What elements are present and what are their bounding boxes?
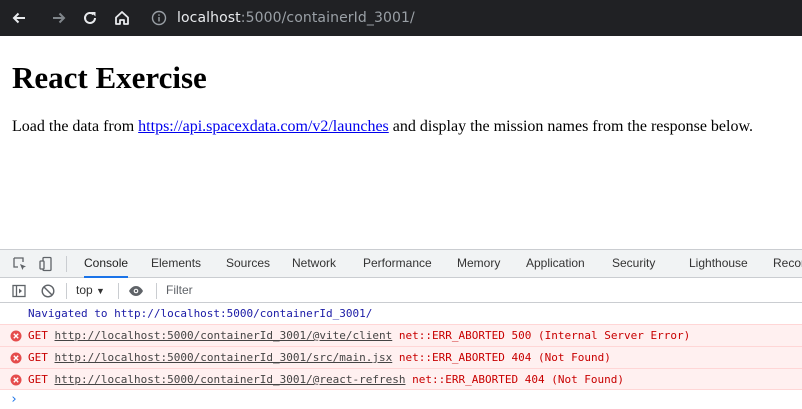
text-after-link: and display the mission names from the r… (388, 118, 753, 135)
console-error-row: GET http://localhost:5000/containerId_30… (0, 346, 802, 368)
address-bar[interactable]: localhost:5000/containerId_3001/ (143, 4, 802, 32)
toolbar-separator (118, 283, 119, 299)
url-host: localhost (177, 10, 241, 26)
error-status: net::ERR_ABORTED 500 (Internal Server Er… (398, 329, 691, 342)
context-selector[interactable]: top ▼ (76, 283, 105, 297)
error-url[interactable]: http://localhost:5000/containerId_3001/@… (55, 373, 406, 386)
filter-input[interactable]: Filter (166, 283, 193, 297)
console-error-row: GET http://localhost:5000/containerId_30… (0, 324, 802, 346)
tab-elements[interactable]: Elements (151, 250, 201, 278)
url-path: :5000/containerId_3001/ (240, 10, 415, 26)
page-content: React Exercise Load the data from https:… (0, 36, 802, 249)
address-url[interactable]: localhost:5000/containerId_3001/ (177, 10, 415, 26)
navigated-prefix: Navigated to (28, 307, 115, 320)
home-icon (115, 11, 129, 25)
chevron-down-icon: ▼ (96, 286, 105, 296)
error-url[interactable]: http://localhost:5000/containerId_3001/@… (55, 329, 393, 342)
device-toolbar-icon[interactable] (38, 256, 54, 272)
navigated-url[interactable]: http://localhost:5000/containerId_3001/ (114, 307, 372, 320)
home-button[interactable] (109, 6, 135, 30)
error-method: GET (28, 373, 48, 386)
error-method: GET (28, 329, 48, 342)
arrow-left-icon (12, 12, 25, 24)
console-toolbar: top ▼ Filter (0, 279, 802, 303)
text-before-link: Load the data from (12, 118, 139, 135)
back-button[interactable] (6, 6, 32, 30)
tab-recorder[interactable]: Recorder (773, 250, 802, 278)
error-url[interactable]: http://localhost:5000/containerId_3001/s… (55, 351, 393, 364)
arrow-right-icon (53, 12, 66, 24)
error-status: net::ERR_ABORTED 404 (Not Found) (412, 373, 625, 386)
tab-separator (66, 256, 67, 272)
console-error-row: GET http://localhost:5000/containerId_30… (0, 368, 802, 390)
error-icon (10, 374, 22, 386)
tab-application[interactable]: Application (526, 250, 585, 278)
page-instructions: Load the data from https://api.spacexdat… (12, 118, 753, 136)
tab-console[interactable]: Console (84, 250, 129, 278)
tab-performance[interactable]: Performance (363, 250, 432, 278)
error-status: net::ERR_ABORTED 404 (Not Found) (398, 351, 611, 364)
toolbar-separator (156, 283, 157, 299)
info-icon[interactable] (151, 10, 167, 26)
api-link[interactable]: https://api.spacexdata.com/v2/launches (138, 118, 389, 135)
clear-console-icon[interactable] (40, 283, 56, 299)
context-label: top (76, 283, 93, 297)
browser-toolbar: localhost:5000/containerId_3001/ (0, 0, 802, 36)
tab-network[interactable]: Network (292, 250, 336, 278)
toolbar-separator (66, 283, 67, 299)
console-prompt[interactable]: › (10, 392, 18, 407)
tab-lighthouse[interactable]: Lighthouse (689, 250, 748, 278)
error-method: GET (28, 351, 48, 364)
tab-sources[interactable]: Sources (226, 250, 270, 278)
error-icon (10, 330, 22, 342)
page-title: React Exercise (12, 60, 207, 95)
eye-icon[interactable] (128, 283, 144, 299)
tab-memory[interactable]: Memory (457, 250, 500, 278)
forward-button[interactable] (46, 6, 72, 30)
console-navigated-message: Navigated to http://localhost:5000/conta… (0, 304, 802, 324)
devtools-panel: Console Elements Sources Network Perform… (0, 249, 802, 409)
inspect-element-icon[interactable] (12, 256, 28, 272)
error-icon (10, 352, 22, 364)
tab-security[interactable]: Security (612, 250, 655, 278)
reload-icon (84, 11, 96, 24)
devtools-tabbar: Console Elements Sources Network Perform… (0, 250, 802, 278)
reload-button[interactable] (77, 6, 103, 30)
sidebar-toggle-icon[interactable] (11, 283, 27, 299)
